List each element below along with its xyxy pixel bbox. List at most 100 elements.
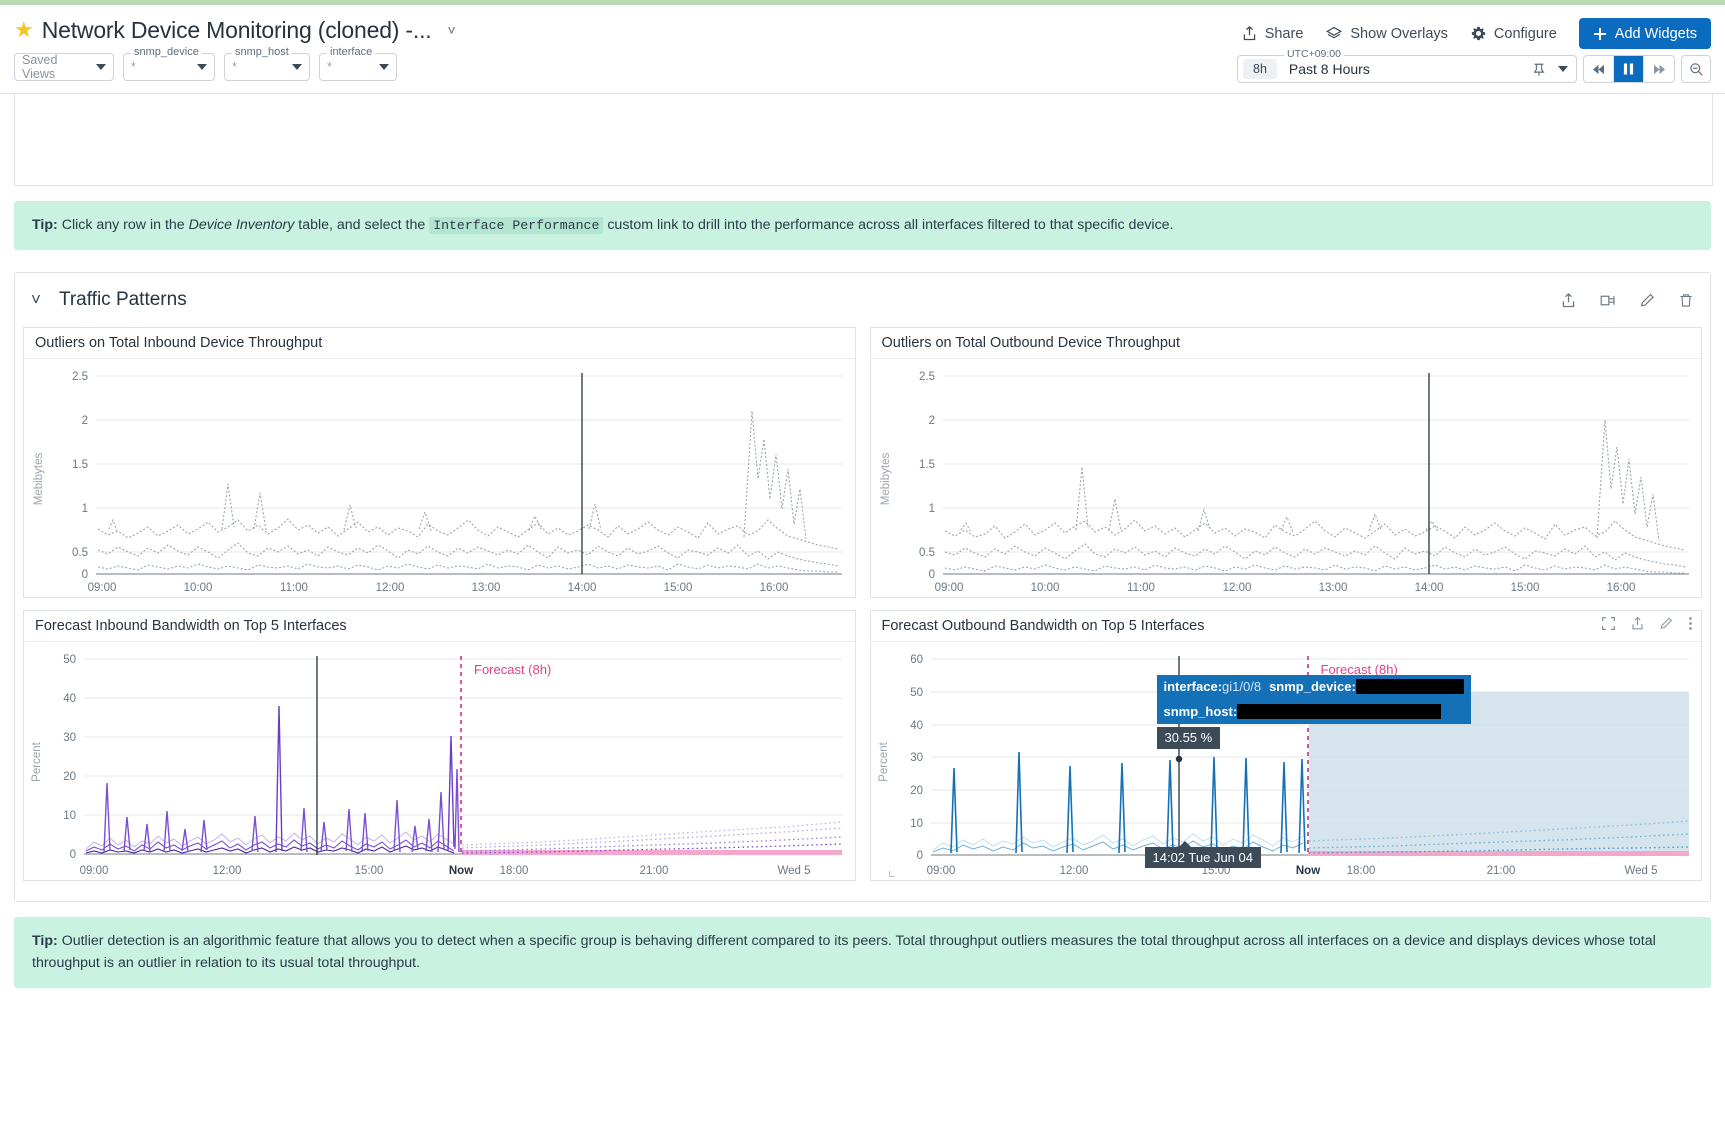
filter-legend: snmp_device [131,46,202,58]
svg-text:15:00: 15:00 [664,582,693,594]
layers-icon [1325,25,1343,42]
chevron-down-icon[interactable] [1558,66,1568,72]
fullscreen-icon[interactable] [1601,616,1616,631]
series-lines [945,520,1685,573]
svg-text:0: 0 [916,850,922,862]
tip-part2: table, and select the [294,217,429,233]
svg-text:50: 50 [63,654,76,666]
widget-forecast-inbound: Forecast Inbound Bandwidth on Top 5 Inte… [23,610,856,881]
add-widgets-label: Add Widgets [1615,26,1697,42]
header-actions: Share Show Overlays Configure Add Widget… [1241,18,1711,49]
share-label: Share [1265,26,1304,42]
star-icon[interactable]: ★ [14,19,34,41]
filter-interface[interactable]: interface * [319,53,397,81]
filter-value: * [131,60,136,74]
chart-outliers-inbound[interactable]: 2.5 2 1.5 1 0.5 0 Mebibytes 09:00 10:00 … [24,359,855,597]
zoom-out-button[interactable] [1681,55,1711,83]
delete-icon[interactable] [1678,292,1694,309]
configure-label: Configure [1494,26,1557,42]
pin-icon[interactable] [1532,62,1546,77]
widget-title: Outliers on Total Outbound Device Throug… [871,328,1702,359]
svg-text:10:00: 10:00 [1030,582,1059,594]
share-button[interactable]: Share [1241,25,1304,42]
section-tools [1560,273,1694,327]
svg-text:2.5: 2.5 [919,371,935,383]
tooltip-host-key: snmp_host: [1164,704,1238,719]
export-icon[interactable] [1630,616,1645,631]
svg-text:11:00: 11:00 [1127,582,1155,594]
svg-text:1: 1 [928,503,934,515]
share-icon [1241,25,1258,42]
show-overlays-button[interactable]: Show Overlays [1325,25,1448,42]
svg-text:10:00: 10:00 [184,582,213,594]
svg-text:15:00: 15:00 [1510,582,1539,594]
tooltip-interface-key: interface: [1164,679,1223,694]
series-lines [98,519,838,572]
tip-banner-top: Tip: Click any row in the Device Invento… [14,201,1711,250]
svg-text:30: 30 [910,752,923,764]
zoom-out-icon [1689,62,1704,77]
widget-forecast-outbound: Forecast Outbound Bandwidth on Top 5 Int… [870,610,1703,881]
filter-legend: interface [327,46,375,58]
svg-text:Percent: Percent [878,742,890,782]
configure-button[interactable]: Configure [1470,25,1557,42]
svg-text:16:00: 16:00 [760,582,789,594]
dashboard-header: ★ Network Device Monitoring (cloned) -..… [0,5,1725,94]
resize-handle[interactable] [889,871,895,877]
svg-text:18:00: 18:00 [500,865,529,877]
pause-button[interactable] [1614,56,1644,82]
export-icon[interactable] [1560,292,1577,309]
svg-text:20: 20 [910,785,923,797]
add-widgets-button[interactable]: Add Widgets [1579,18,1711,49]
svg-text:40: 40 [63,693,76,705]
fast-forward-button[interactable] [1644,56,1674,82]
svg-text:40: 40 [910,720,923,732]
saved-views-dropdown[interactable]: Saved Views [14,53,114,81]
edit-icon[interactable] [1659,616,1674,631]
more-vertical-icon[interactable] [1688,616,1693,631]
chevron-down-icon [197,64,207,70]
tip-prefix: Tip: [32,933,58,949]
svg-text:09:00: 09:00 [926,865,955,877]
svg-text:2.5: 2.5 [72,371,88,383]
widget-title: Forecast Outbound Bandwidth on Top 5 Int… [871,611,1702,642]
svg-text:12:00: 12:00 [213,865,242,877]
duration-pill[interactable]: 8h [1243,59,1277,79]
svg-text:Mebibytes: Mebibytes [880,453,892,506]
svg-text:21:00: 21:00 [1486,865,1515,877]
svg-text:09:00: 09:00 [934,582,963,594]
series-spikes [104,706,459,852]
chevron-down-icon[interactable]: ˅ [31,290,41,310]
x-axis: 09:00 12:00 15:00 Now 18:00 21:00 Wed 5 [80,865,811,877]
clone-icon[interactable] [1599,292,1617,309]
rewind-button[interactable] [1584,56,1614,82]
filter-value: * [232,60,237,74]
svg-text:Mebibytes: Mebibytes [33,453,45,506]
svg-text:30: 30 [63,732,76,744]
time-controls: UTC+09:00 8h Past 8 Hours [1237,55,1711,83]
svg-text:0: 0 [70,849,76,861]
tooltip-row-host: snmp_host: [1157,700,1471,724]
chevron-down-icon [292,64,302,70]
time-range-picker[interactable]: UTC+09:00 8h Past 8 Hours [1237,55,1577,83]
chart-forecast-outbound[interactable]: 60 50 40 30 20 10 0 Percent 09:00 12:00 … [871,642,1702,880]
svg-text:1: 1 [82,503,88,515]
timezone-label: UTC+09:00 [1284,48,1344,60]
chevron-down-icon[interactable]: ˅ [447,22,455,38]
svg-text:16:00: 16:00 [1606,582,1635,594]
widget-outliers-inbound: Outliers on Total Inbound Device Through… [23,327,856,598]
filter-snmp-host[interactable]: snmp_host * [224,53,310,81]
plus-icon [1593,27,1607,41]
chart-forecast-inbound[interactable]: 50 40 30 20 10 0 Percent 09:00 12:00 15:… [24,642,855,880]
y-axis: 50 40 30 20 10 0 Percent [31,654,842,861]
filter-snmp-device[interactable]: snmp_device * [123,53,215,81]
svg-text:0.5: 0.5 [72,547,88,559]
hover-point [1175,756,1181,762]
svg-text:10: 10 [910,818,923,830]
x-axis: 09:00 10:00 11:00 12:00 13:00 14:00 15:0… [88,582,789,594]
edit-icon[interactable] [1639,292,1656,309]
spike-peaks [109,411,806,539]
chart-outliers-outbound[interactable]: 2.5 2 1.5 1 0.5 0 Mebibytes 09:00 10:00 … [871,359,1702,597]
tip-emphasis: Device Inventory [189,217,295,233]
section-header: ˅ Traffic Patterns [15,273,1710,327]
